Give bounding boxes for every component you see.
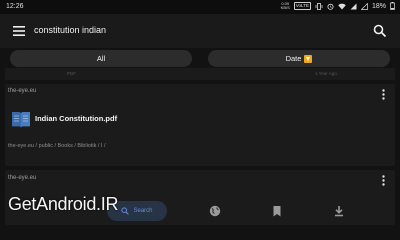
search-icon[interactable] <box>373 24 387 38</box>
globe-icon[interactable] <box>209 205 221 217</box>
volte-badge: VoLTE <box>293 2 311 10</box>
filter-date-button[interactable]: Date <box>208 50 390 67</box>
filter-all-label: All <box>96 54 106 63</box>
result-card-previous[interactable]: PDF 1 Year Ago <box>5 68 395 80</box>
battery-percent: 18% <box>371 2 386 10</box>
wifi-icon <box>338 3 346 10</box>
status-bar: 12:26 0.09 KB/S VoLTE 18% <box>0 0 400 14</box>
more-options-icon[interactable] <box>382 175 385 186</box>
sort-descending-icon <box>304 54 313 63</box>
search-input[interactable]: constitution indian <box>34 25 106 35</box>
result-title[interactable]: Indian Constitution.pdf <box>35 114 117 123</box>
status-time: 12:26 <box>6 3 24 10</box>
book-icon <box>12 112 30 128</box>
nav-search-icon <box>121 207 130 215</box>
watermark-logo: GetAndroid.IR <box>8 194 119 214</box>
filter-all-button[interactable]: All <box>10 50 192 67</box>
file-type: PDF <box>67 71 76 76</box>
network-speed-unit: KB/S <box>280 5 290 10</box>
search-toolbar: constitution indian <box>0 14 400 48</box>
nav-search-label: Search <box>133 208 153 214</box>
network-speed: 0.09 KB/S <box>281 2 290 10</box>
no-sim-signal-icon <box>360 2 368 10</box>
menu-icon[interactable] <box>13 25 27 37</box>
download-icon[interactable] <box>333 205 345 217</box>
result-source: the-eye.eu <box>8 175 37 181</box>
more-options-icon[interactable] <box>382 89 385 100</box>
result-path: the-eye.eu / public / Books / Bibliotik … <box>8 143 106 149</box>
filter-date-label: Date <box>285 54 302 63</box>
vibrate-icon <box>315 2 323 10</box>
result-source: the-eye.eu <box>8 88 37 94</box>
bookmark-icon[interactable] <box>271 205 283 217</box>
file-age: 1 Year Ago <box>315 71 337 76</box>
battery-icon <box>390 2 395 10</box>
result-card[interactable]: the-eye.eu Indian Constitution.pdf the-e… <box>5 84 395 166</box>
status-icons: 0.09 KB/S VoLTE 18% <box>281 2 395 10</box>
signal-icon <box>350 3 357 9</box>
filter-row: All Date <box>0 48 400 70</box>
alarm-icon <box>327 3 334 10</box>
